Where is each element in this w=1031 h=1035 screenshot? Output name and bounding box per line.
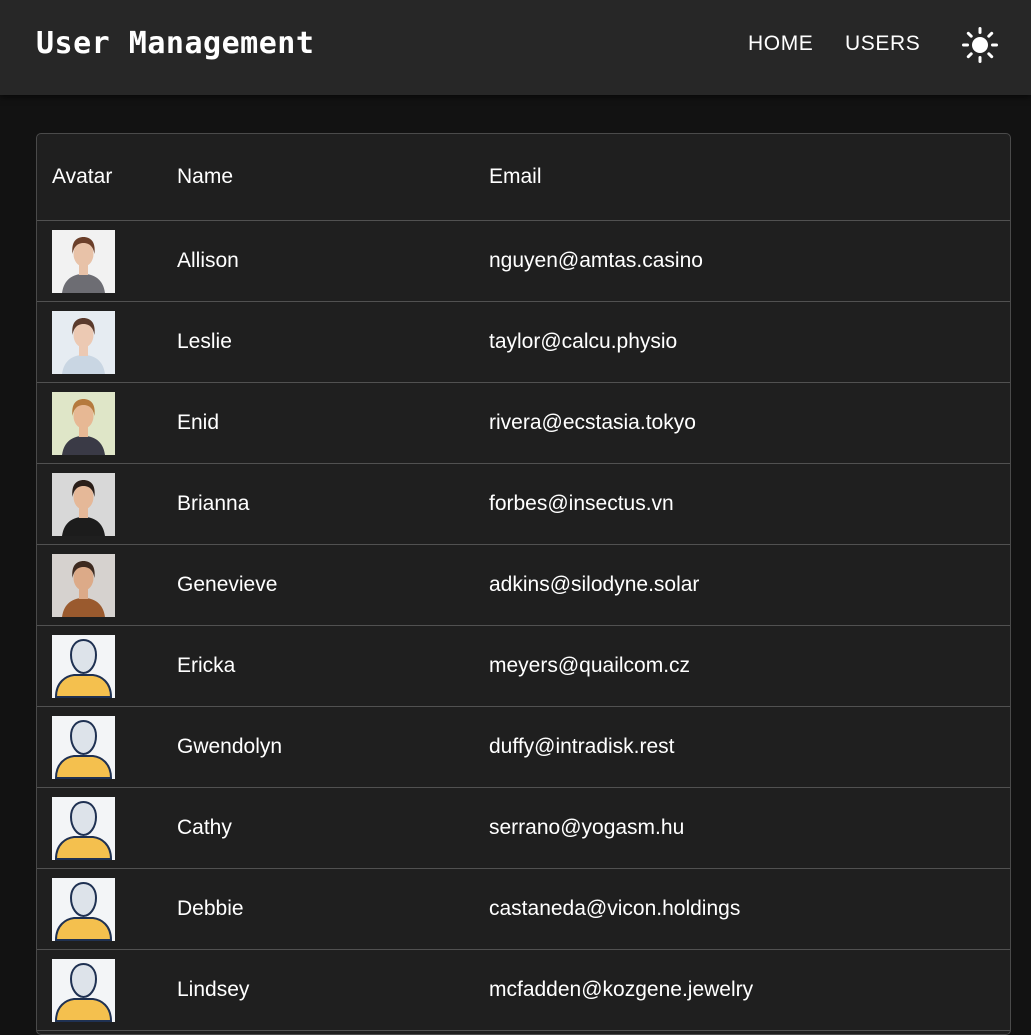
user-name: Genevieve: [177, 544, 489, 626]
user-name: Ericka: [177, 625, 489, 707]
avatar-cell: [37, 949, 177, 1031]
avatar-cell: [37, 706, 177, 788]
user-name: Debbie: [177, 868, 489, 950]
user-name: Enid: [177, 382, 489, 464]
column-header-name: Name: [177, 134, 489, 221]
avatar-photo: [52, 229, 115, 293]
user-email: duffy@intradisk.rest: [489, 706, 1010, 788]
avatar-placeholder-icon: [52, 796, 115, 860]
app-bar: User Management HOME USERS: [0, 0, 1031, 95]
table-row[interactable]: Allison nguyen@amtas.casino: [37, 220, 1010, 302]
table-row[interactable]: Cathy serrano@yogasm.hu: [37, 787, 1010, 869]
column-header-avatar: Avatar: [37, 134, 177, 221]
user-email: serrano@yogasm.hu: [489, 787, 1010, 869]
user-name: Cathy: [177, 787, 489, 869]
user-name: Allison: [177, 220, 489, 302]
sun-icon: [962, 27, 998, 63]
avatar-placeholder-icon: [52, 958, 115, 1022]
avatar-photo: [52, 391, 115, 455]
user-name: Leslie: [177, 301, 489, 383]
user-name: Gwendolyn: [177, 706, 489, 788]
table-row[interactable]: Ericka meyers@quailcom.cz: [37, 625, 1010, 707]
user-email: taylor@calcu.physio: [489, 301, 1010, 383]
user-email: forbes@insectus.vn: [489, 463, 1010, 545]
avatar-cell: [37, 544, 177, 626]
avatar-cell: [37, 787, 177, 869]
table-row[interactable]: Leslie taylor@calcu.physio: [37, 301, 1010, 383]
table-header-row: Avatar Name Email: [37, 134, 1010, 221]
table-row[interactable]: Enid rivera@ecstasia.tokyo: [37, 382, 1010, 464]
avatar-cell: [37, 220, 177, 302]
avatar-cell: [37, 625, 177, 707]
user-email: adkins@silodyne.solar: [489, 544, 1010, 626]
column-header-email: Email: [489, 134, 1010, 221]
users-table-card: Avatar Name Email Allison nguyen@amtas.ca…: [36, 133, 1011, 1035]
nav-users-link[interactable]: USERS: [845, 32, 920, 56]
avatar-cell: [37, 382, 177, 464]
table-row[interactable]: Brianna forbes@insectus.vn: [37, 463, 1010, 545]
avatar-placeholder-icon: [52, 715, 115, 779]
avatar-photo: [52, 472, 115, 536]
avatar-placeholder-icon: [52, 877, 115, 941]
theme-toggle-button[interactable]: [960, 25, 1000, 65]
user-email: rivera@ecstasia.tokyo: [489, 382, 1010, 464]
app-title: User Management: [36, 26, 315, 61]
avatar-cell: [37, 868, 177, 950]
table-row[interactable]: Genevieve adkins@silodyne.solar: [37, 544, 1010, 626]
avatar-photo: [52, 553, 115, 617]
table-row[interactable]: Debbie castaneda@vicon.holdings: [37, 868, 1010, 950]
user-email: mcfadden@kozgene.jewelry: [489, 949, 1010, 1031]
avatar-cell: [37, 301, 177, 383]
users-table: Avatar Name Email Allison nguyen@amtas.ca…: [37, 134, 1010, 1031]
user-name: Brianna: [177, 463, 489, 545]
avatar-cell: [37, 463, 177, 545]
user-email: nguyen@amtas.casino: [489, 220, 1010, 302]
table-row[interactable]: Lindsey mcfadden@kozgene.jewelry: [37, 949, 1010, 1031]
nav-home-link[interactable]: HOME: [748, 32, 813, 56]
table-row[interactable]: Gwendolyn duffy@intradisk.rest: [37, 706, 1010, 788]
avatar-placeholder-icon: [52, 634, 115, 698]
user-name: Lindsey: [177, 949, 489, 1031]
user-email: castaneda@vicon.holdings: [489, 868, 1010, 950]
user-email: meyers@quailcom.cz: [489, 625, 1010, 707]
avatar-photo: [52, 310, 115, 374]
